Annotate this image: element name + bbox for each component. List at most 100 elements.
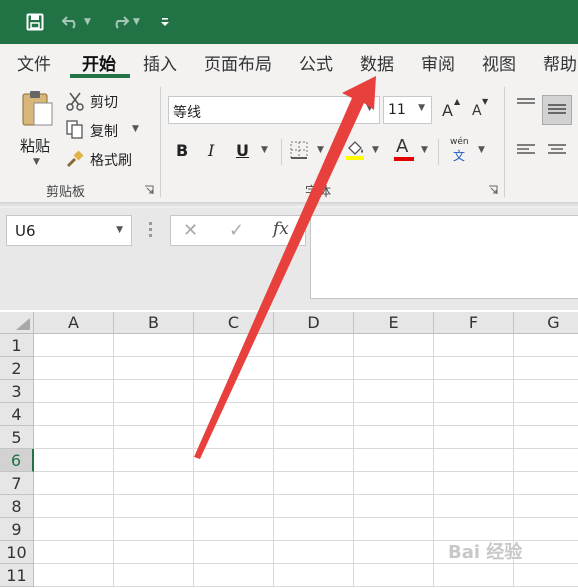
cell-e9[interactable]: [354, 518, 434, 541]
font-color-dropdown-icon[interactable]: ▼: [421, 145, 428, 155]
insert-function-icon[interactable]: fx: [273, 219, 289, 239]
paste-button[interactable]: 粘贴 ▼: [16, 89, 60, 167]
cell-f1[interactable]: [434, 334, 514, 357]
undo-button[interactable]: ▼: [56, 0, 96, 44]
cell-a1[interactable]: [34, 334, 114, 357]
cell-d4[interactable]: [274, 403, 354, 426]
cell-c5[interactable]: [194, 426, 274, 449]
cell-b4[interactable]: [114, 403, 194, 426]
increase-font-size-button[interactable]: A ▲: [442, 97, 462, 121]
column-header-f[interactable]: F: [434, 312, 514, 334]
cell-a2[interactable]: [34, 357, 114, 380]
cell-e8[interactable]: [354, 495, 434, 518]
cell-g10[interactable]: [514, 541, 578, 564]
cell-d2[interactable]: [274, 357, 354, 380]
cell-b2[interactable]: [114, 357, 194, 380]
cell-e11[interactable]: [354, 564, 434, 587]
cell-a9[interactable]: [34, 518, 114, 541]
font-size-dropdown[interactable]: 11 ▼: [383, 96, 432, 124]
row-header-10[interactable]: 10: [0, 541, 34, 564]
row-header-7[interactable]: 7: [0, 472, 34, 495]
fill-color-dropdown-icon[interactable]: ▼: [372, 145, 379, 155]
cell-g1[interactable]: [514, 334, 578, 357]
tab-data[interactable]: 数据: [360, 50, 394, 75]
tab-file[interactable]: 文件: [17, 50, 51, 75]
name-box[interactable]: U6 ▼: [6, 215, 132, 246]
borders-dropdown-icon[interactable]: ▼: [317, 145, 324, 155]
cell-d11[interactable]: [274, 564, 354, 587]
copy-button[interactable]: 复制 ▼: [66, 120, 156, 142]
cell-d1[interactable]: [274, 334, 354, 357]
cell-a4[interactable]: [34, 403, 114, 426]
font-launcher-icon[interactable]: [488, 185, 498, 195]
tab-home[interactable]: 开始: [82, 50, 116, 75]
cell-f8[interactable]: [434, 495, 514, 518]
cell-g6[interactable]: [514, 449, 578, 472]
column-header-d[interactable]: D: [274, 312, 354, 334]
tab-insert[interactable]: 插入: [143, 50, 177, 75]
cell-g11[interactable]: [514, 564, 578, 587]
redo-button[interactable]: ▼: [104, 0, 146, 44]
cell-c7[interactable]: [194, 472, 274, 495]
cell-d10[interactable]: [274, 541, 354, 564]
cell-e10[interactable]: [354, 541, 434, 564]
column-header-a[interactable]: A: [34, 312, 114, 334]
tab-formulas[interactable]: 公式: [299, 50, 333, 75]
cancel-icon[interactable]: ✕: [183, 220, 198, 241]
decrease-font-size-button[interactable]: A ▼: [472, 97, 492, 121]
cell-b8[interactable]: [114, 495, 194, 518]
enter-icon[interactable]: ✓: [229, 220, 244, 241]
cell-a8[interactable]: [34, 495, 114, 518]
cell-f7[interactable]: [434, 472, 514, 495]
font-name-dropdown[interactable]: 等线 ▼: [168, 96, 380, 124]
cell-b6[interactable]: [114, 449, 194, 472]
italic-button[interactable]: I: [208, 141, 214, 160]
tab-page-layout[interactable]: 页面布局: [204, 50, 272, 75]
row-header-2[interactable]: 2: [0, 357, 34, 380]
cell-f2[interactable]: [434, 357, 514, 380]
align-middle-button[interactable]: [542, 95, 572, 125]
fill-color-icon[interactable]: [344, 138, 366, 160]
cell-e6[interactable]: [354, 449, 434, 472]
cell-g7[interactable]: [514, 472, 578, 495]
column-header-g[interactable]: G: [514, 312, 578, 334]
formula-input[interactable]: [310, 215, 578, 299]
row-header-5[interactable]: 5: [0, 426, 34, 449]
column-header-b[interactable]: B: [114, 312, 194, 334]
cell-a6[interactable]: [34, 449, 114, 472]
cell-b5[interactable]: [114, 426, 194, 449]
cell-c3[interactable]: [194, 380, 274, 403]
cell-g3[interactable]: [514, 380, 578, 403]
cell-c6[interactable]: [194, 449, 274, 472]
cell-d8[interactable]: [274, 495, 354, 518]
align-center-icon[interactable]: [547, 143, 567, 159]
save-button[interactable]: [20, 0, 50, 44]
formula-bar-drag-handle[interactable]: [149, 222, 153, 240]
phonetic-dropdown-icon[interactable]: ▼: [478, 145, 485, 155]
cell-b9[interactable]: [114, 518, 194, 541]
cell-f6[interactable]: [434, 449, 514, 472]
cell-g5[interactable]: [514, 426, 578, 449]
clipboard-launcher-icon[interactable]: [144, 185, 154, 195]
cell-b3[interactable]: [114, 380, 194, 403]
cell-b1[interactable]: [114, 334, 194, 357]
underline-button[interactable]: U: [236, 141, 249, 160]
cell-d9[interactable]: [274, 518, 354, 541]
cell-a11[interactable]: [34, 564, 114, 587]
cell-e1[interactable]: [354, 334, 434, 357]
cell-e5[interactable]: [354, 426, 434, 449]
chevron-down-icon[interactable]: ▼: [116, 225, 123, 235]
cell-a3[interactable]: [34, 380, 114, 403]
row-header-6[interactable]: 6: [0, 449, 34, 472]
cell-g8[interactable]: [514, 495, 578, 518]
cell-d5[interactable]: [274, 426, 354, 449]
cut-button[interactable]: 剪切: [66, 91, 156, 113]
select-all-button[interactable]: [0, 312, 34, 334]
cell-d6[interactable]: [274, 449, 354, 472]
align-top-icon[interactable]: [516, 97, 536, 113]
tab-view[interactable]: 视图: [482, 50, 516, 75]
tab-review[interactable]: 审阅: [421, 50, 455, 75]
row-header-9[interactable]: 9: [0, 518, 34, 541]
cell-g2[interactable]: [514, 357, 578, 380]
cell-d3[interactable]: [274, 380, 354, 403]
